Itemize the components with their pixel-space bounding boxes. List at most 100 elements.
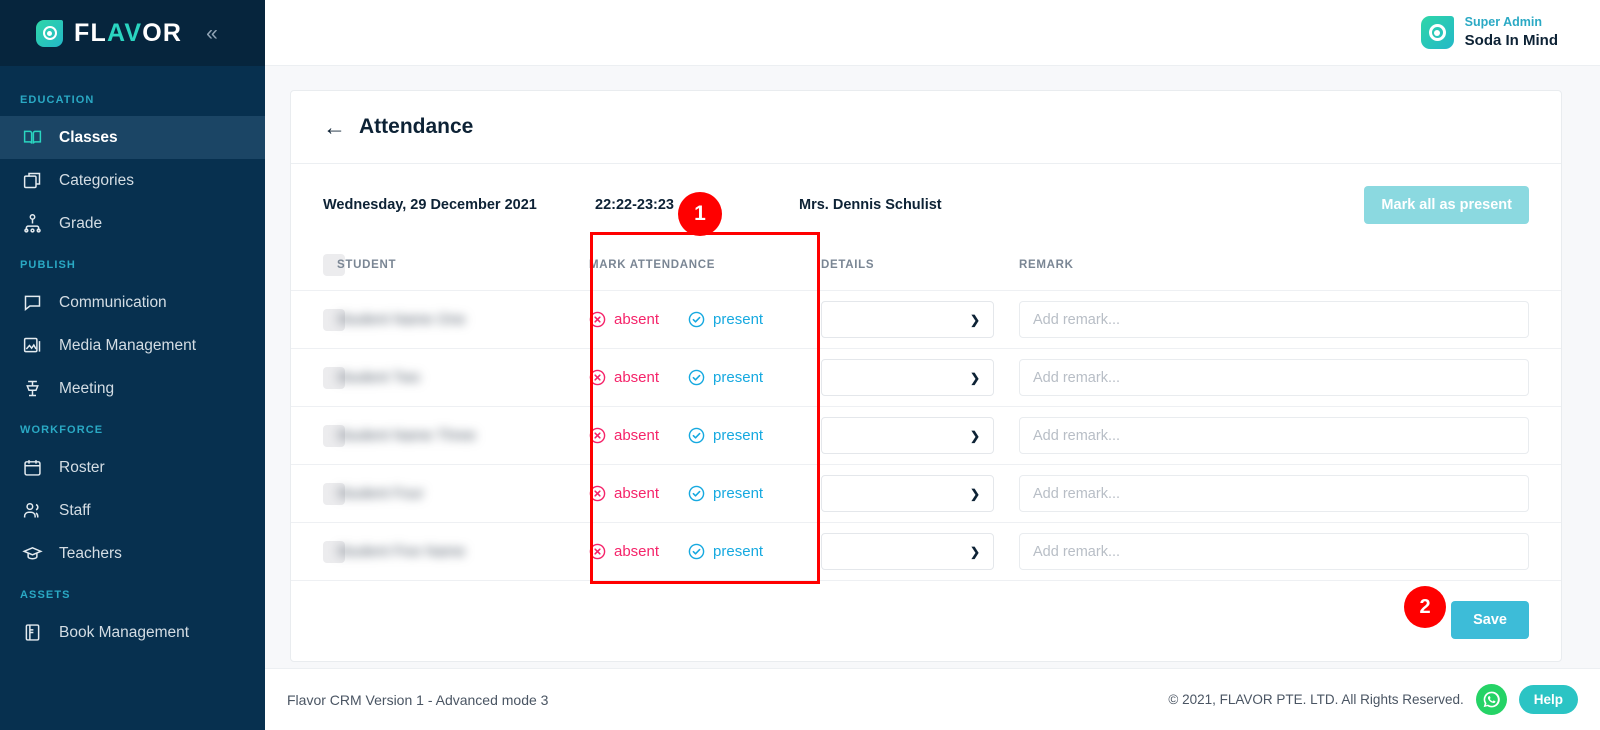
mark-attendance-cell: absent present (589, 464, 821, 523)
attendance-card: ← Attendance Wednesday, 29 December 2021… (290, 90, 1562, 662)
remark-input[interactable] (1019, 475, 1529, 512)
logo-text-or: OR (142, 18, 183, 47)
sidebar-item-label: Media Management (59, 336, 196, 354)
row-select-cell (291, 522, 345, 581)
row-select-cell (291, 348, 345, 407)
mark-attendance-cell: absent present (589, 406, 821, 465)
user-name: Soda In Mind (1464, 31, 1558, 49)
sidebar-item-staff[interactable]: Staff (0, 489, 265, 532)
details-select[interactable]: ❯ (821, 417, 994, 454)
column-header-student: STUDENT (337, 242, 589, 291)
column-header-remark: REMARK (1019, 242, 1561, 291)
image-stack-icon (22, 335, 43, 356)
details-select[interactable]: ❯ (821, 301, 994, 338)
circle-x-icon (589, 485, 606, 502)
footer-right: © 2021, FLAVOR PTE. LTD. All Rights Rese… (1168, 684, 1578, 715)
chat-bubble-icon (22, 292, 43, 313)
mark-attendance-cell: absent present (589, 348, 821, 407)
present-option[interactable]: present (688, 427, 763, 444)
sidebar-item-label: Book Management (59, 623, 190, 641)
mark-attendance-cell: absent present (589, 290, 821, 349)
card-header: ← Attendance (291, 91, 1561, 164)
logo-text-fl: FL (74, 18, 107, 47)
sidebar-item-meeting[interactable]: Meeting (0, 367, 265, 410)
session-time-range: 22:22-23:23 (595, 197, 674, 213)
sidebar-section-assets: ASSETS (20, 589, 71, 601)
present-option[interactable]: present (688, 543, 763, 560)
sidebar-item-label: Teachers (59, 544, 122, 562)
top-bar: Super Admin Soda In Mind (265, 0, 1600, 66)
arrow-left-icon[interactable]: ← (323, 115, 346, 139)
details-cell: ❯ (821, 348, 1019, 407)
circle-check-icon (688, 427, 705, 444)
table-row: Student Five Name absent present ❯ Add r… (291, 522, 1561, 581)
save-row: Save (291, 581, 1561, 661)
row-select-cell (291, 406, 345, 465)
calendar-icon (22, 457, 43, 478)
sidebar-item-grade[interactable]: Grade (0, 202, 265, 245)
user-menu[interactable]: Super Admin Soda In Mind (1420, 14, 1558, 51)
details-select[interactable]: ❯ (821, 475, 994, 512)
remark-input[interactable] (1019, 301, 1529, 338)
session-date: Wednesday, 29 December 2021 (323, 197, 537, 213)
avatar (1420, 16, 1454, 49)
absent-option[interactable]: absent (589, 543, 659, 560)
logo-text-av: AV (106, 18, 143, 47)
help-button[interactable]: Help (1518, 685, 1578, 714)
absent-option[interactable]: absent (589, 485, 659, 502)
present-label: present (713, 485, 764, 502)
users-icon (22, 500, 43, 521)
student-cell: Student Five Name (337, 522, 589, 581)
mark-all-as-present-button[interactable]: Mark all as present (1364, 186, 1529, 224)
row-select-cell (291, 464, 345, 523)
whatsapp-icon[interactable] (1475, 684, 1507, 715)
present-label: present (713, 543, 764, 560)
present-label: present (713, 311, 764, 328)
sidebar-item-label: Classes (59, 128, 118, 146)
sidebar-item-label: Grade (59, 214, 103, 232)
user-role: Super Admin (1464, 14, 1542, 29)
flavor-logo-wordmark: FLAVOR (74, 18, 183, 47)
absent-label: absent (614, 311, 660, 328)
sidebar-item-communication[interactable]: Communication (0, 281, 265, 324)
sidebar-item-label: Communication (59, 293, 167, 311)
student-cell: Student Name Three (337, 406, 589, 465)
present-option[interactable]: present (688, 311, 763, 328)
sidebar-item-roster[interactable]: Roster (0, 446, 265, 489)
select-all-header (291, 242, 345, 291)
sidebar-collapse-icon[interactable]: « (206, 23, 218, 44)
sidebar-item-classes[interactable]: Classes (0, 116, 265, 159)
present-option[interactable]: present (688, 369, 763, 386)
present-option[interactable]: present (688, 485, 763, 502)
sidebar-item-categories[interactable]: Categories (0, 159, 265, 202)
column-header-mark-attendance: MARK ATTENDANCE (589, 242, 821, 291)
session-meta-row: Wednesday, 29 December 2021 22:22-23:23 … (291, 164, 1561, 242)
sidebar-item-label: Roster (59, 458, 105, 476)
present-label: present (713, 369, 764, 386)
sidebar-item-teachers[interactable]: Teachers (0, 532, 265, 575)
circle-check-icon (688, 543, 705, 560)
table-header-row: STUDENT MARK ATTENDANCE DETAILS REMARK (291, 242, 1561, 291)
sidebar-item-label: Categories (59, 171, 134, 189)
remark-input[interactable] (1019, 359, 1529, 396)
main-area: Super Admin Soda In Mind ← Attendance We… (265, 0, 1600, 730)
student-cell: Student Two (337, 348, 589, 407)
remark-input[interactable] (1019, 533, 1529, 570)
absent-option[interactable]: absent (589, 311, 659, 328)
copyright: © 2021, FLAVOR PTE. LTD. All Rights Rese… (1168, 692, 1464, 707)
sidebar-item-media-management[interactable]: Media Management (0, 324, 265, 367)
sidebar-item-label: Meeting (59, 379, 115, 397)
details-select[interactable]: ❯ (821, 359, 994, 396)
circle-x-icon (589, 311, 606, 328)
absent-option[interactable]: absent (589, 369, 659, 386)
row-select-cell (291, 290, 345, 349)
absent-option[interactable]: absent (589, 427, 659, 444)
table-row: Student Four absent present ❯ Add remark… (291, 464, 1561, 523)
table-row: Student Name Three absent present ❯ Add … (291, 406, 1561, 465)
save-button[interactable]: Save (1451, 601, 1529, 639)
details-cell: ❯ (821, 464, 1019, 523)
sidebar-item-book-management[interactable]: Book Management (0, 611, 265, 654)
details-select[interactable]: ❯ (821, 533, 994, 570)
remark-input[interactable] (1019, 417, 1529, 454)
circle-check-icon (688, 311, 705, 328)
